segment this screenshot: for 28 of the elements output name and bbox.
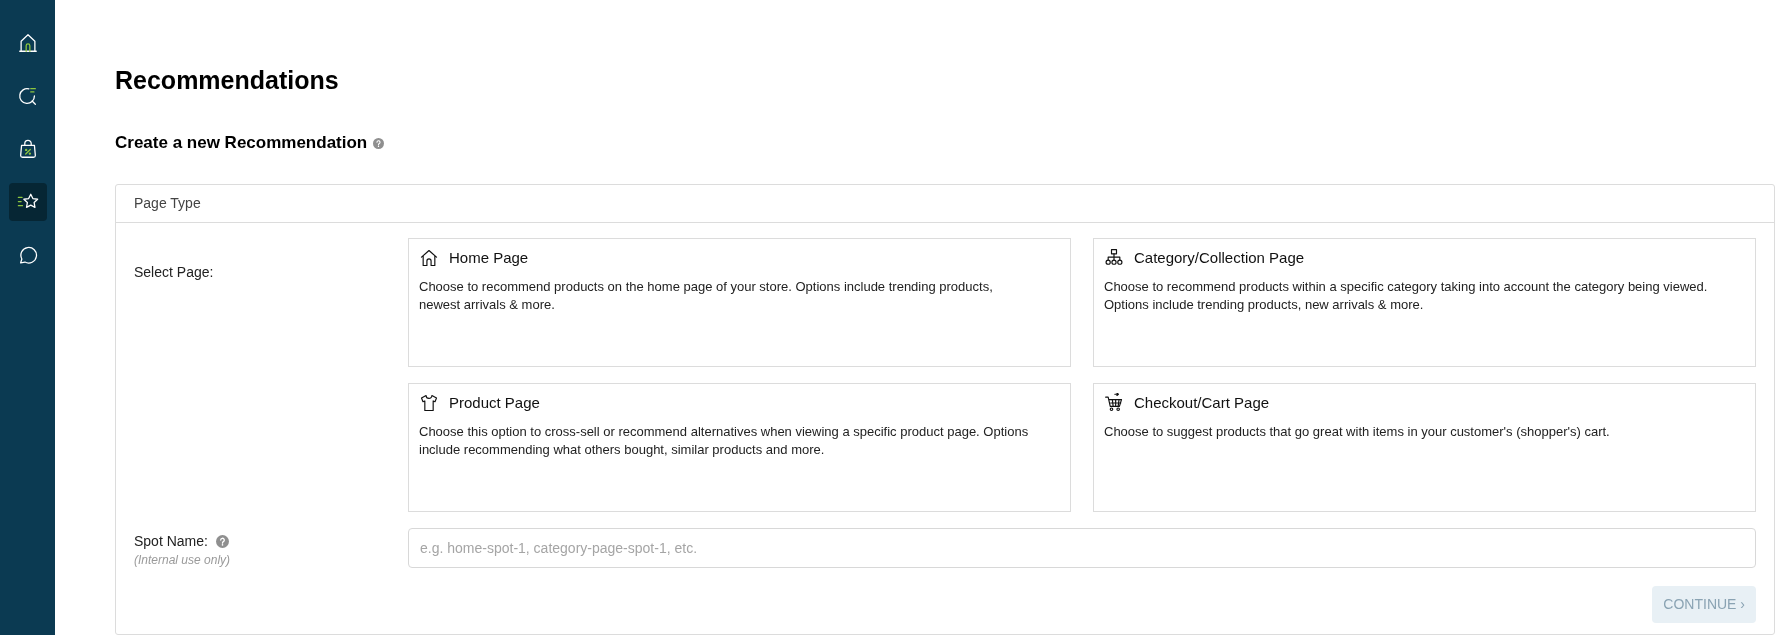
internal-use-hint: (Internal use only) (134, 552, 231, 569)
help-icon[interactable] (215, 534, 229, 548)
shopping-cart-icon (1104, 393, 1124, 413)
option-description: Choose to recommend products within a specific category taking into account the category being viewed. Options include trending products, new arrivals & more. (1104, 278, 1709, 314)
t-shirt-icon (419, 393, 439, 413)
option-title: Home Page (449, 247, 529, 268)
spot-name-input[interactable]: e.g. home-spot-1, category-page-spot-1, etc. (408, 528, 1756, 568)
option-title: Checkout/Cart Page (1134, 392, 1270, 413)
panel-title: Page Type (134, 194, 201, 213)
option-description: Choose to recommend products on the home page of your store. Options include trending products, newest arrivals & more. (419, 278, 994, 314)
page-title: Recommendations (115, 65, 339, 96)
spot-name-label: Spot Name: (134, 531, 208, 551)
home-icon (16, 32, 39, 54)
page-option-card[interactable]: Home Page Choose to recommend products on the home page of your store. Options include trending products, newest arrivals & more. (408, 238, 1071, 367)
search-icon (16, 85, 39, 107)
sidebar-item[interactable] (8, 183, 47, 221)
help-icon[interactable] (373, 137, 385, 149)
page-option-card[interactable]: Checkout/Cart Page Choose to suggest products that go great with items in your customer's (shopper's) cart. (1093, 383, 1756, 512)
option-title: Category/Collection Page (1134, 247, 1305, 268)
select-page-label: Select Page: (134, 264, 214, 280)
section-title: Create a new Recommendation (115, 132, 368, 154)
sitemap-icon (1104, 248, 1124, 268)
option-description: Choose to suggest products that go great with items in your customer's (shopper's) cart. (1104, 423, 1610, 441)
page-option-card[interactable]: Category/Collection Page Choose to recommend products within a specific category taking into account the category being viewed. Options include trending products, new arrivals & more. (1093, 238, 1756, 367)
house-icon (419, 248, 439, 268)
page-option-card[interactable]: Product Page Choose this option to cross-sell or recommend alternatives when viewing a specific product page. Options include recommending what others bought, similar products and more. (408, 383, 1071, 512)
option-description: Choose this option to cross-sell or recommend alternatives when viewing a specific product page. Options include recommending what others bought, similar products and more. (419, 423, 1030, 459)
option-title: Product Page (449, 392, 540, 413)
